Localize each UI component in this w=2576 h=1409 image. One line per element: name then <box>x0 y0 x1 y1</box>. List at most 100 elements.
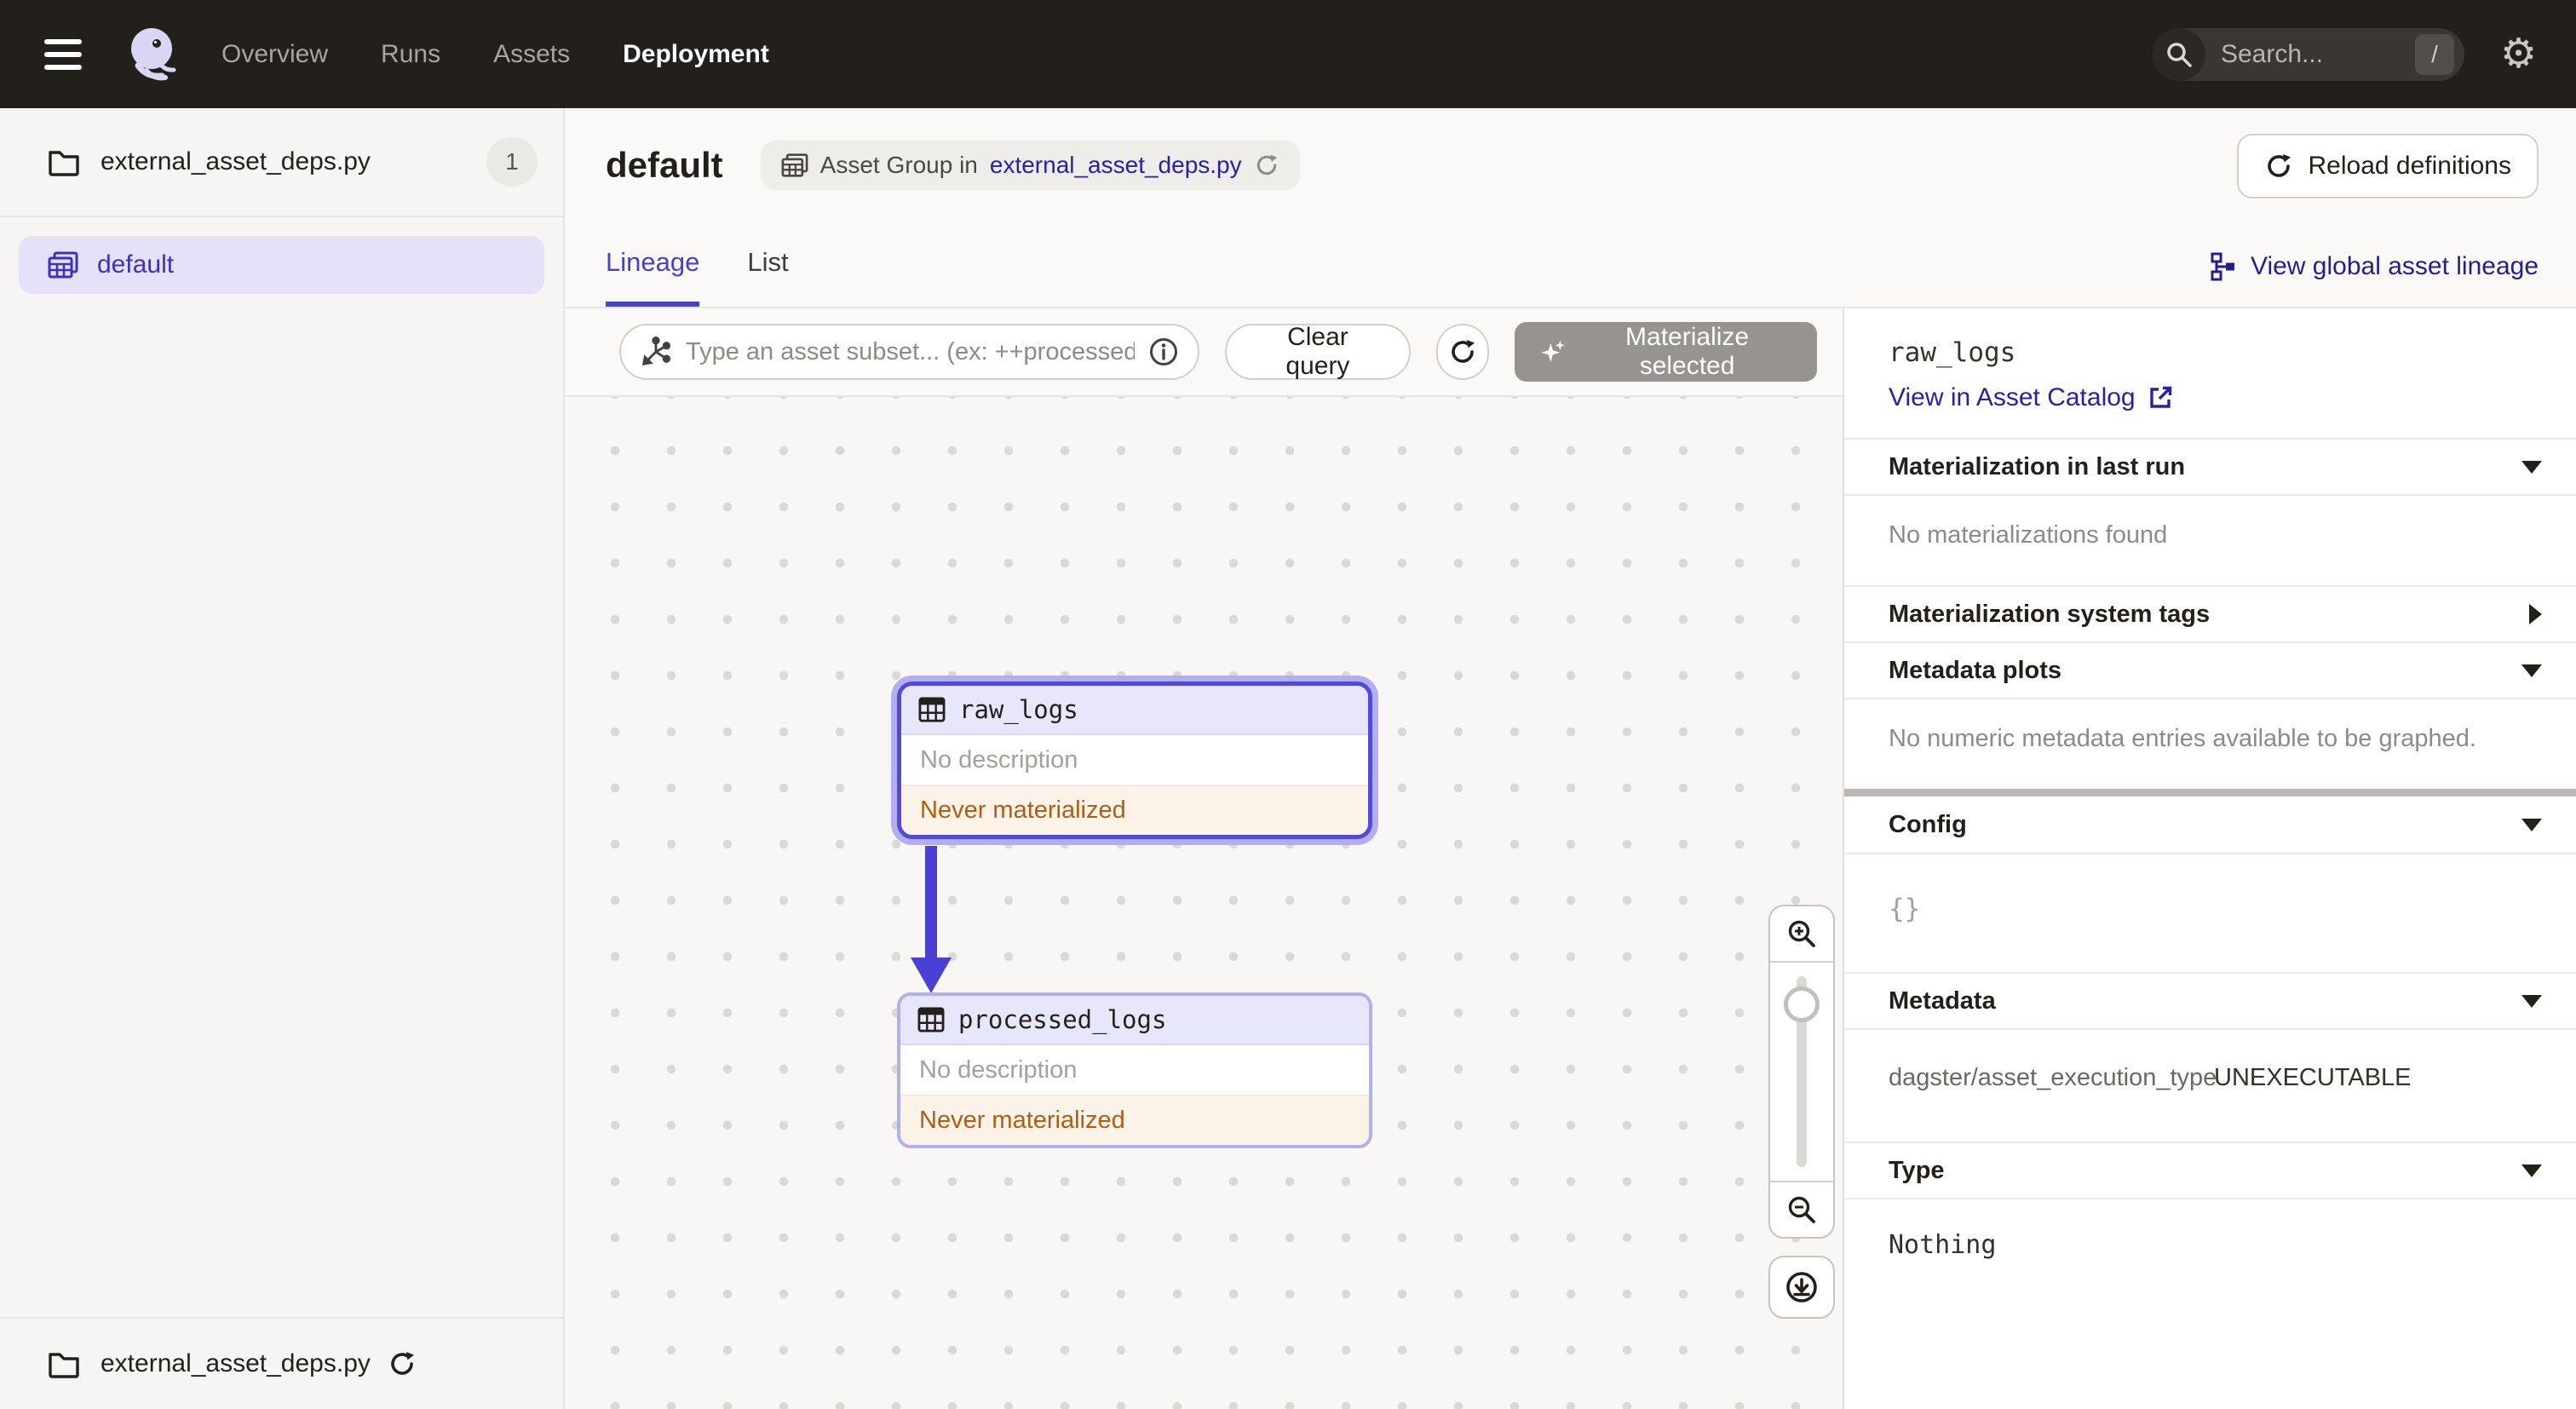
folder-icon <box>49 151 79 176</box>
sidebar: external_asset_deps.py 1 default externa… <box>0 108 565 1409</box>
metadata-row: dagster/asset_execution_type UNEXECUTABL… <box>1889 1064 2542 1092</box>
reload-definitions-label: Reload definitions <box>2308 152 2512 180</box>
search-placeholder: Search... <box>2220 39 2324 68</box>
zoom-out-button[interactable] <box>1770 1181 1833 1237</box>
view-in-asset-catalog-link[interactable]: View in Asset Catalog <box>1889 383 2542 412</box>
section-label: Metadata plots <box>1889 656 2062 684</box>
search-icon <box>2152 27 2205 81</box>
app-root: Overview Runs Assets Deployment Search..… <box>0 0 2576 1409</box>
tab-lineage[interactable]: Lineage <box>606 247 700 307</box>
nav-right-cluster: Search... / ⚙ <box>2152 27 2537 81</box>
lineage-graph-icon <box>2211 252 2234 281</box>
zoom-controls <box>1768 905 1835 1239</box>
sidebar-item-default[interactable]: default <box>19 236 544 294</box>
op-selector-icon <box>641 336 671 366</box>
dagster-octopus-icon <box>131 27 176 80</box>
sidebar-footer-repo[interactable]: external_asset_deps.py <box>0 1317 563 1409</box>
metadata-plots-empty-text: No numeric metadata entries available to… <box>1844 698 2576 789</box>
view-global-asset-lineage-link[interactable]: View global asset lineage <box>2210 252 2539 307</box>
section-label: Config <box>1889 810 1967 838</box>
materialize-selected-label: Materialize selected <box>1625 323 1750 380</box>
asset-detail-panel: raw_logs View in Asset Catalog Materiali… <box>1843 308 2576 1409</box>
sidebar-repo-label: external_asset_deps.py <box>101 147 371 175</box>
type-value: Nothing <box>1844 1198 2576 1323</box>
asset-group-chip: Asset Group in external_asset_deps.py <box>760 141 1300 190</box>
content-area: external_asset_deps.py 1 default externa… <box>0 108 2576 1409</box>
asset-node-raw-logs[interactable]: raw_logs No description Never materializ… <box>897 681 1372 839</box>
metadata-key: dagster/asset_execution_type <box>1889 1064 2217 1091</box>
refresh-graph-button[interactable] <box>1435 324 1490 380</box>
chip-prefix-text: Asset Group in <box>819 152 978 178</box>
section-materialization-last-run[interactable]: Materialization in last run <box>1844 438 2576 494</box>
asset-node-header: processed_logs <box>900 996 1369 1045</box>
section-label: Type <box>1889 1156 1945 1184</box>
external-link-icon <box>2149 386 2171 408</box>
reload-definitions-button[interactable]: Reload definitions <box>2236 134 2539 198</box>
section-materialization-system-tags[interactable]: Materialization system tags <box>1844 585 2576 641</box>
sidebar-footer-label: external_asset_deps.py <box>101 1349 371 1377</box>
sidebar-repo-count-badge: 1 <box>486 137 538 187</box>
asset-node-processed-logs[interactable]: processed_logs No description Never mate… <box>897 992 1372 1148</box>
chevron-right-icon <box>2529 604 2542 624</box>
title-row: default Asset Group in external_asset_de… <box>606 134 2539 198</box>
refresh-icon <box>2267 154 2291 177</box>
table-icon <box>918 697 946 722</box>
recenter-icon <box>1786 1272 1817 1303</box>
graph-column: Clear query Materialize selected <box>565 308 1843 1409</box>
nav-runs[interactable]: Runs <box>381 40 440 69</box>
materialize-selected-button[interactable]: Materialize selected <box>1515 322 1817 382</box>
materialization-empty-text: No materializations found <box>1844 494 2576 585</box>
zoom-out-icon <box>1788 1196 1815 1223</box>
section-config[interactable]: Config <box>1844 797 2576 853</box>
table-icon <box>917 1007 945 1032</box>
lineage-canvas[interactable]: raw_logs No description Never materializ… <box>565 397 1843 1409</box>
zoom-slider-thumb[interactable] <box>1784 986 1820 1022</box>
section-metadata[interactable]: Metadata <box>1844 972 2576 1028</box>
tab-list[interactable]: List <box>747 247 788 307</box>
chip-repo-link[interactable]: external_asset_deps.py <box>990 152 1242 179</box>
chevron-down-icon <box>2521 818 2542 831</box>
asset-group-icon <box>48 251 78 279</box>
asset-group-icon <box>781 153 808 177</box>
panel-asset-title: raw_logs <box>1889 337 2016 368</box>
primary-nav: Overview Runs Assets Deployment <box>221 40 769 69</box>
nav-overview[interactable]: Overview <box>221 40 328 69</box>
clear-query-button[interactable]: Clear query <box>1224 323 1411 380</box>
zoom-in-button[interactable] <box>1770 906 1833 963</box>
section-metadata-plots[interactable]: Metadata plots <box>1844 641 2576 698</box>
refresh-icon <box>1452 340 1475 363</box>
info-icon[interactable] <box>1148 336 1179 367</box>
dagster-logo[interactable] <box>126 26 182 83</box>
graph-toolbar: Clear query Materialize selected <box>565 308 1843 397</box>
chevron-down-icon <box>2521 664 2542 677</box>
reload-repo-icon[interactable] <box>388 1349 417 1378</box>
hamburger-menu-button[interactable] <box>39 34 87 75</box>
nav-deployment[interactable]: Deployment <box>623 40 769 69</box>
section-label: Metadata <box>1889 986 1996 1015</box>
section-type[interactable]: Type <box>1844 1142 2576 1198</box>
search-input[interactable]: Search... / <box>2152 27 2464 81</box>
section-label: Materialization in last run <box>1889 452 2186 480</box>
sidebar-repo-header[interactable]: external_asset_deps.py 1 <box>0 108 563 217</box>
view-in-asset-catalog-label: View in Asset Catalog <box>1889 383 2136 411</box>
main-header: default Asset Group in external_asset_de… <box>565 108 2576 308</box>
asset-node-name: raw_logs <box>959 695 1078 724</box>
zoom-in-icon <box>1788 920 1815 947</box>
metadata-content: dagster/asset_execution_type UNEXECUTABL… <box>1844 1028 2576 1142</box>
config-value: {} <box>1844 853 2576 972</box>
lineage-edge <box>911 846 952 993</box>
gear-icon[interactable]: ⚙ <box>2500 33 2537 75</box>
panel-head: raw_logs View in Asset Catalog <box>1844 308 2576 438</box>
top-nav: Overview Runs Assets Deployment Search..… <box>0 0 2576 108</box>
nav-assets[interactable]: Assets <box>493 40 570 69</box>
chevron-down-icon <box>2521 1164 2542 1177</box>
recenter-view-button[interactable] <box>1768 1256 1835 1319</box>
asset-node-name: processed_logs <box>958 1005 1167 1034</box>
search-shortcut-badge: / <box>2414 33 2454 75</box>
asset-subset-input[interactable] <box>686 337 1135 366</box>
main-column: default Asset Group in external_asset_de… <box>565 108 2576 1409</box>
sidebar-item-label: default <box>97 250 175 279</box>
zoom-slider[interactable] <box>1770 963 1833 1181</box>
panel-splitter-handle[interactable] <box>1844 789 2576 797</box>
chip-reload-icon[interactable] <box>1254 152 1279 178</box>
